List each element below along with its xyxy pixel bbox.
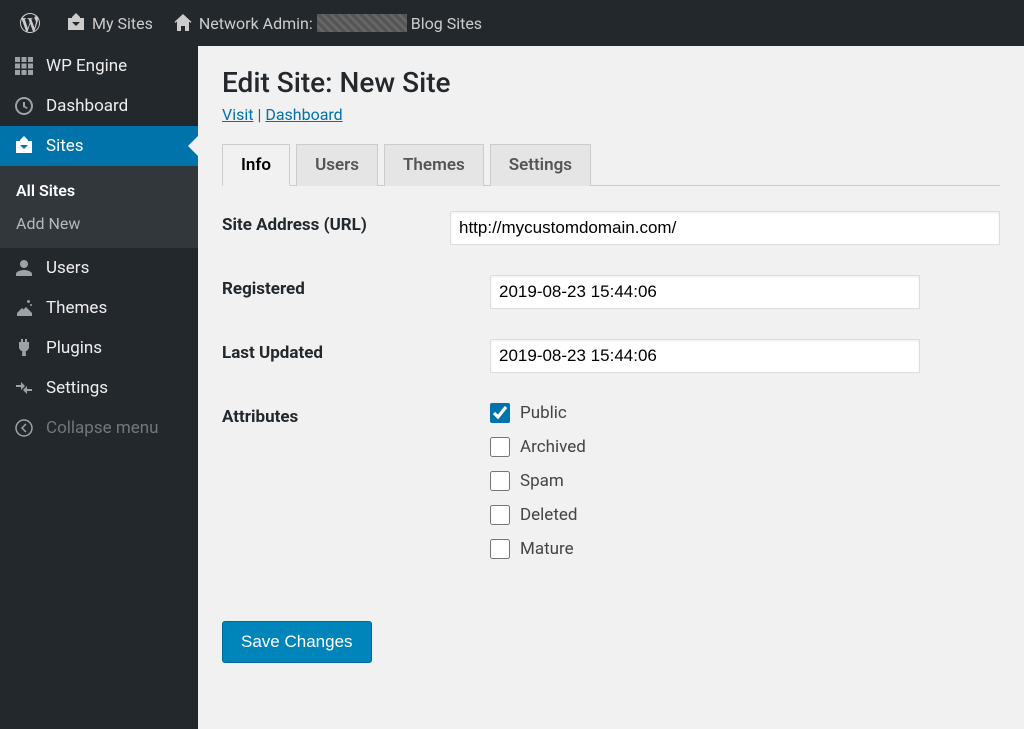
settings-icon (12, 378, 36, 398)
submenu-all-sites[interactable]: All Sites (0, 174, 198, 207)
sidebar-item-label: Collapse menu (46, 418, 159, 438)
sidebar-item-label: Users (46, 258, 89, 278)
dashboard-icon (12, 96, 36, 116)
registered-input[interactable] (490, 275, 920, 309)
visit-link[interactable]: Visit (222, 105, 253, 124)
main-content: Edit Site: New Site Visit | Dashboard In… (198, 46, 1024, 729)
attribute-archived-label: Archived (520, 437, 586, 457)
sidebar-item-sites[interactable]: Sites (0, 126, 198, 166)
sidebar-item-users[interactable]: Users (0, 248, 198, 288)
sidebar-item-dashboard[interactable]: Dashboard (0, 86, 198, 126)
attribute-deleted-label: Deleted (520, 505, 577, 525)
network-admin-label: Network Admin: (199, 14, 313, 33)
my-sites-label: My Sites (92, 14, 153, 33)
submenu-add-new[interactable]: Add New (0, 207, 198, 240)
sites-icon (12, 136, 36, 156)
sidebar-item-label: Settings (46, 378, 108, 398)
sidebar-item-wpengine[interactable]: WP Engine (0, 46, 198, 86)
sidebar-item-themes[interactable]: Themes (0, 288, 198, 328)
site-address-label: Site Address (URL) (222, 211, 450, 245)
network-admin-suffix: Blog Sites (411, 14, 482, 33)
attribute-mature-checkbox[interactable] (490, 539, 510, 559)
wordpress-icon (20, 13, 40, 33)
attribute-spam-label: Spam (520, 471, 564, 491)
tab-users[interactable]: Users (296, 144, 378, 186)
tab-settings[interactable]: Settings (490, 144, 591, 186)
site-address-input[interactable] (450, 211, 1000, 245)
save-button[interactable]: Save Changes (222, 621, 372, 663)
admin-bar: My Sites Network Admin: Blog Sites (0, 0, 1024, 46)
sidebar-item-plugins[interactable]: Plugins (0, 328, 198, 368)
redacted-site-name (317, 14, 407, 32)
attributes-label: Attributes (222, 403, 490, 573)
admin-sidebar: WP Engine Dashboard Sites All Sites Add … (0, 46, 198, 729)
nav-tabs: Info Users Themes Settings (222, 144, 1000, 186)
sidebar-item-label: Dashboard (46, 96, 128, 116)
home-icon (173, 13, 193, 33)
tab-themes[interactable]: Themes (384, 144, 484, 186)
attribute-deleted-checkbox[interactable] (490, 505, 510, 525)
registered-label: Registered (222, 275, 490, 309)
sidebar-item-label: Plugins (46, 338, 102, 358)
plugins-icon (12, 338, 36, 358)
attribute-mature-label: Mature (520, 539, 574, 559)
last-updated-label: Last Updated (222, 339, 490, 373)
tab-info[interactable]: Info (222, 144, 290, 186)
users-icon (12, 258, 36, 278)
last-updated-input[interactable] (490, 339, 920, 373)
wpengine-icon (12, 56, 36, 76)
sidebar-item-settings[interactable]: Settings (0, 368, 198, 408)
themes-icon (12, 298, 36, 318)
my-sites-link[interactable]: My Sites (56, 0, 163, 46)
sidebar-collapse[interactable]: Collapse menu (0, 408, 198, 448)
network-admin-link[interactable]: Network Admin: Blog Sites (163, 0, 492, 46)
page-title: Edit Site: New Site (222, 66, 1000, 99)
sites-icon (66, 13, 86, 33)
attribute-public-label: Public (520, 403, 567, 423)
dashboard-link[interactable]: Dashboard (265, 105, 342, 124)
wordpress-logo[interactable] (10, 0, 56, 46)
sidebar-item-label: Sites (46, 136, 84, 156)
sidebar-item-label: WP Engine (46, 56, 127, 76)
sites-submenu: All Sites Add New (0, 166, 198, 248)
page-sublinks: Visit | Dashboard (222, 105, 1000, 124)
collapse-icon (12, 418, 36, 438)
attribute-public-checkbox[interactable] (490, 403, 510, 423)
attribute-archived-checkbox[interactable] (490, 437, 510, 457)
sidebar-item-label: Themes (46, 298, 107, 318)
attribute-spam-checkbox[interactable] (490, 471, 510, 491)
